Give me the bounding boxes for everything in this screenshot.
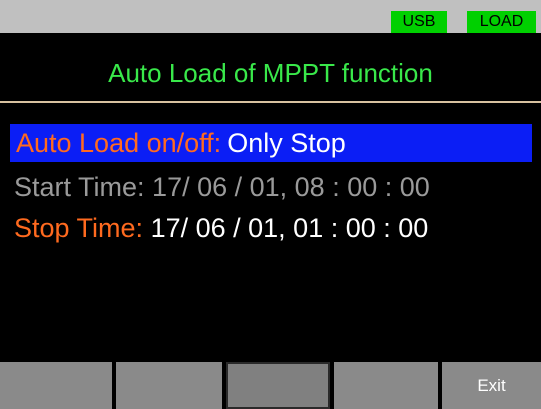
- auto-load-setting-row[interactable]: Auto Load on/off: Only Stop: [10, 124, 532, 162]
- softkey-1[interactable]: [0, 362, 112, 409]
- exit-button[interactable]: Exit: [442, 362, 541, 409]
- start-time-setting-row: Start Time: 17/ 06 / 01, 08 : 00 : 00: [14, 168, 430, 206]
- auto-load-value[interactable]: Only Stop: [227, 128, 346, 158]
- status-bar: USB LOAD: [0, 0, 541, 33]
- start-time-value: 17/ 06 / 01, 08 : 00 : 00: [152, 172, 430, 202]
- mppt-auto-load-screen: USB LOAD Auto Load of MPPT function Auto…: [0, 0, 541, 409]
- stop-time-value[interactable]: 17/ 06 / 01, 01 : 00 : 00: [151, 213, 429, 243]
- stop-time-label: Stop Time:: [14, 213, 144, 243]
- stop-time-setting-row[interactable]: Stop Time: 17/ 06 / 01, 01 : 00 : 00: [14, 209, 428, 247]
- softkey-4[interactable]: [334, 362, 438, 409]
- auto-load-label: Auto Load on/off:: [16, 128, 222, 158]
- softkey-bar: Exit: [0, 357, 541, 409]
- load-status-badge: LOAD: [467, 11, 536, 33]
- page-title: Auto Load of MPPT function: [108, 58, 433, 88]
- softkey-2[interactable]: [116, 362, 222, 409]
- title-divider: [0, 101, 541, 103]
- softkey-3[interactable]: [226, 362, 330, 409]
- start-time-label: Start Time:: [14, 172, 145, 202]
- usb-status-badge: USB: [391, 11, 447, 33]
